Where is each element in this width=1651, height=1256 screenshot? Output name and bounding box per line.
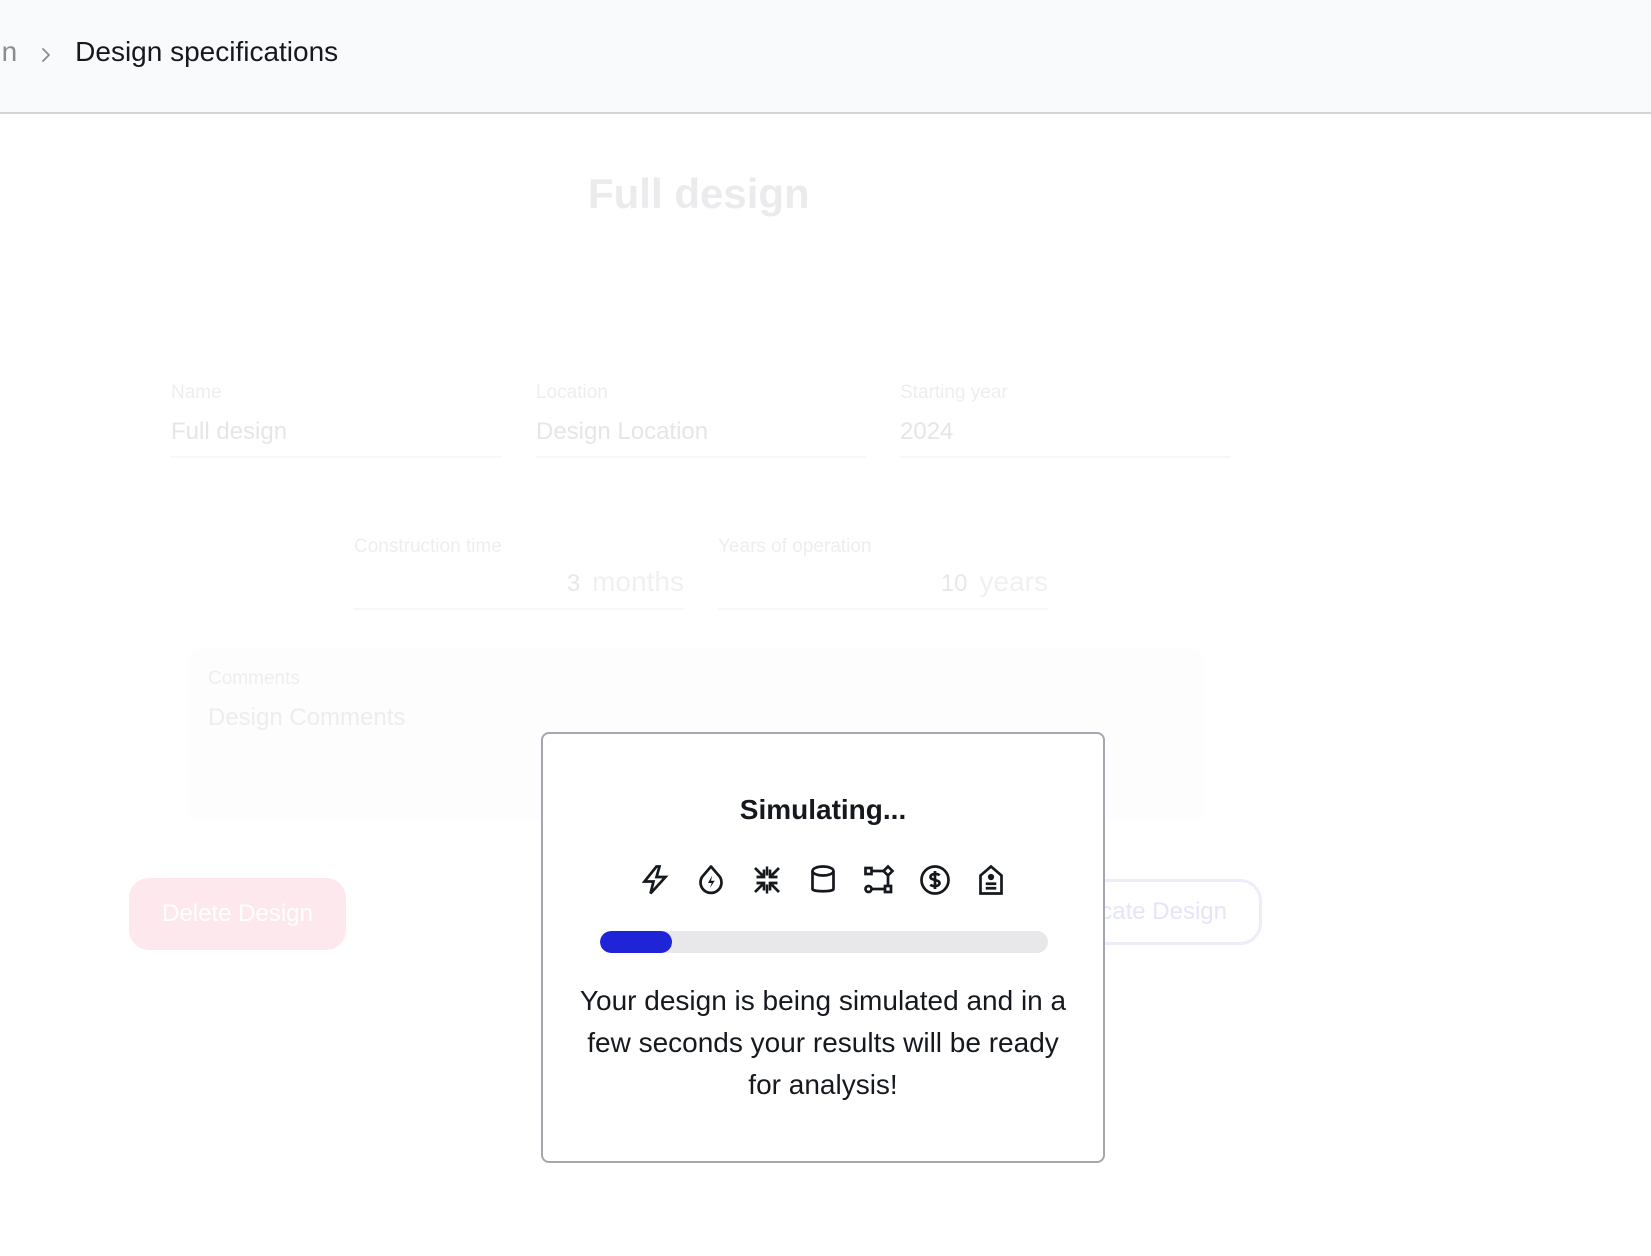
top-header: gn Design specifications (0, 0, 1651, 114)
page-title: Full design (588, 170, 810, 217)
water-energy-icon (693, 860, 729, 900)
construction-time-underline (354, 608, 684, 610)
comments-placeholder: Design Comments (208, 704, 406, 731)
name-input[interactable]: Full design (171, 418, 501, 446)
construction-time-label: Construction time (354, 536, 502, 557)
simulating-modal: Simulating... Your design is being simul… (541, 732, 1105, 1163)
delete-design-button[interactable]: Delete Design (129, 878, 346, 950)
compress-arrows-icon (749, 860, 785, 900)
chevron-right-icon (35, 41, 57, 63)
years-of-operation-unit: years (979, 566, 1048, 597)
construction-time-input[interactable]: 3 (567, 570, 580, 598)
breadcrumb: gn Design specifications (0, 36, 338, 68)
location-label: Location (536, 382, 608, 403)
simulation-icons (543, 860, 1103, 900)
modal-message: Your design is being simulated and in a … (579, 985, 1067, 1100)
database-cylinder-icon (805, 860, 841, 900)
price-tag-icon (973, 860, 1009, 900)
simulation-progress-bar (600, 931, 1048, 953)
breadcrumb-current: Design specifications (75, 36, 339, 67)
construction-time-field[interactable]: Construction time 3 months (354, 536, 684, 610)
location-underline (536, 456, 866, 458)
name-underline (171, 456, 501, 458)
network-nodes-icon (861, 860, 897, 900)
years-of-operation-underline (718, 608, 1048, 610)
progress-fill (600, 931, 672, 953)
modal-title: Simulating... (739, 794, 907, 825)
bolt-icon (637, 860, 673, 900)
years-of-operation-input[interactable]: 10 (941, 570, 968, 598)
location-input[interactable]: Design Location (536, 418, 866, 446)
starting-year-field[interactable]: Starting year 2024 (900, 382, 1230, 458)
years-of-operation-field[interactable]: Years of operation 10 years (718, 536, 1048, 610)
name-field[interactable]: Name Full design (171, 382, 501, 458)
dollar-circle-icon (917, 860, 953, 900)
starting-year-underline (900, 456, 1230, 458)
breadcrumb-parent-link[interactable]: gn (0, 36, 17, 68)
construction-time-unit: months (592, 566, 684, 597)
comments-label: Comments (208, 668, 300, 689)
location-field[interactable]: Location Design Location (536, 382, 866, 458)
starting-year-label: Starting year (900, 382, 1008, 403)
years-of-operation-label: Years of operation (718, 536, 872, 557)
starting-year-input[interactable]: 2024 (900, 418, 1230, 446)
name-label: Name (171, 382, 222, 403)
